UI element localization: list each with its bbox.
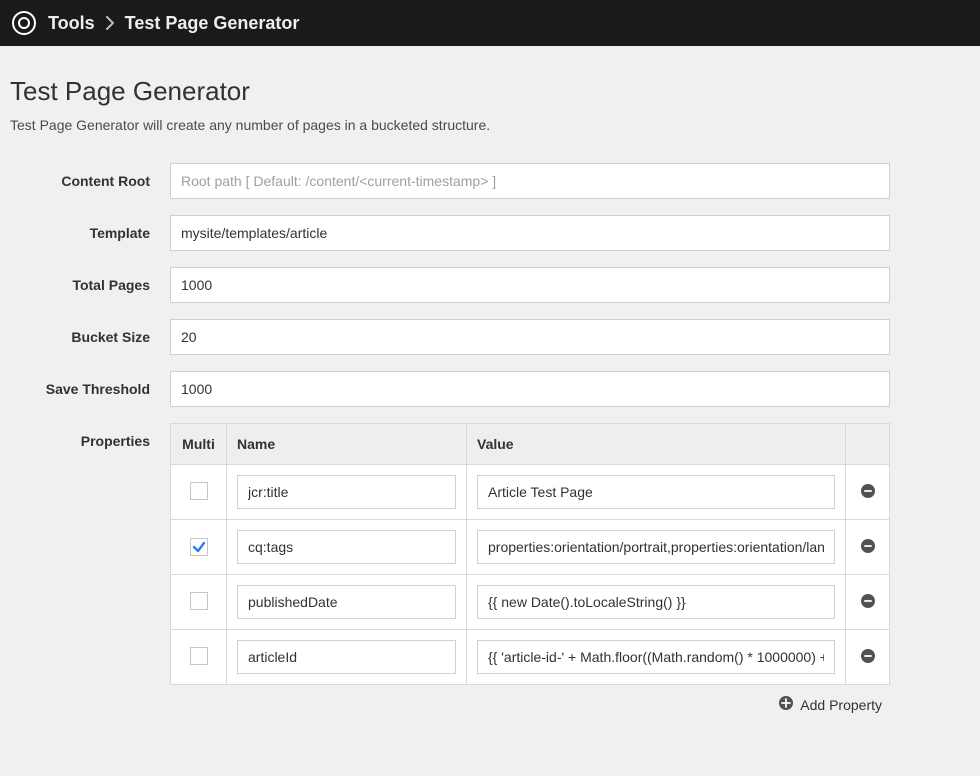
multi-checkbox[interactable] <box>190 647 208 665</box>
bucket-size-label: Bucket Size <box>10 319 170 355</box>
remove-row-button[interactable] <box>860 648 876 664</box>
property-name-input[interactable] <box>237 640 456 674</box>
multi-checkbox[interactable] <box>190 482 208 500</box>
total-pages-label: Total Pages <box>10 267 170 303</box>
chevron-right-icon <box>105 16 115 30</box>
template-label: Template <box>10 215 170 251</box>
property-value-input[interactable] <box>477 475 835 509</box>
property-value-input[interactable] <box>477 640 835 674</box>
top-bar: Tools Test Page Generator <box>0 0 980 46</box>
save-threshold-label: Save Threshold <box>10 371 170 407</box>
multi-checkbox[interactable] <box>190 538 208 556</box>
breadcrumb-current[interactable]: Test Page Generator <box>125 13 300 34</box>
property-name-input[interactable] <box>237 530 456 564</box>
col-header-name: Name <box>227 424 467 465</box>
add-property-button[interactable]: Add Property <box>778 695 882 714</box>
content-root-input[interactable] <box>170 163 890 199</box>
content-root-label: Content Root <box>10 163 170 199</box>
multi-checkbox[interactable] <box>190 592 208 610</box>
col-header-action <box>846 424 890 465</box>
total-pages-input[interactable] <box>170 267 890 303</box>
properties-label: Properties <box>10 423 170 720</box>
table-row <box>171 520 890 575</box>
add-property-label: Add Property <box>800 697 882 713</box>
bucket-size-input[interactable] <box>170 319 890 355</box>
table-row <box>171 465 890 520</box>
page-title: Test Page Generator <box>10 76 970 107</box>
template-input[interactable] <box>170 215 890 251</box>
remove-row-button[interactable] <box>860 483 876 499</box>
plus-circle-icon <box>778 695 794 714</box>
property-name-input[interactable] <box>237 475 456 509</box>
breadcrumb-root[interactable]: Tools <box>48 13 95 34</box>
app-logo-icon[interactable] <box>12 11 36 35</box>
save-threshold-input[interactable] <box>170 371 890 407</box>
col-header-value: Value <box>467 424 846 465</box>
property-value-input[interactable] <box>477 530 835 564</box>
page-description: Test Page Generator will create any numb… <box>10 117 970 133</box>
remove-row-button[interactable] <box>860 538 876 554</box>
content-area: Test Page Generator Test Page Generator … <box>0 46 980 776</box>
table-row <box>171 630 890 685</box>
remove-row-button[interactable] <box>860 593 876 609</box>
properties-table: Multi Name Value <box>170 423 890 685</box>
table-row <box>171 575 890 630</box>
property-name-input[interactable] <box>237 585 456 619</box>
col-header-multi: Multi <box>171 424 227 465</box>
property-value-input[interactable] <box>477 585 835 619</box>
